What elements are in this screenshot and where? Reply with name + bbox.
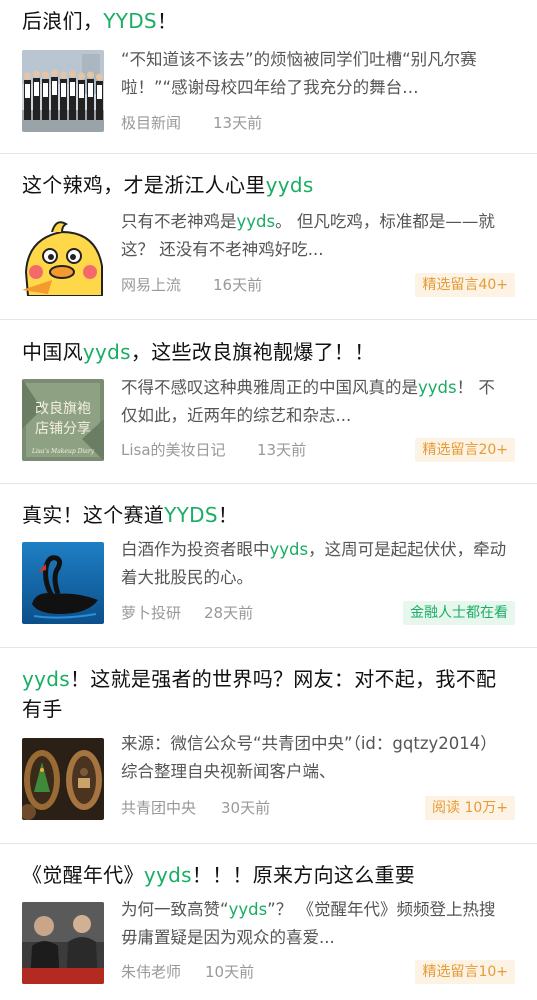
title-highlight: yyds — [22, 667, 70, 691]
source-name[interactable]: 共青团中央 — [121, 796, 196, 820]
title-text: ，这些改良旗袍靓爆了！！ — [130, 340, 375, 364]
summary-text: 来源：微信公众号“共青团中央”（id：gqtzy2014）综合整理自央视新闻客户… — [121, 734, 497, 781]
graduates-photo-icon — [22, 50, 104, 132]
source-name[interactable]: Lisa的美妆日记 — [121, 438, 226, 462]
summary-text: 白酒作为投资者眼中 — [121, 540, 270, 559]
title-text: 这个辣鸡，才是浙江人心里 — [22, 173, 266, 197]
summary-text: 只有不老神鸡是 — [121, 212, 237, 231]
publish-time: 30天前 — [221, 799, 271, 817]
article-title[interactable]: 真实！这个赛道YYDS！ — [22, 500, 507, 530]
article-card[interactable]: 《觉醒年代》yyds！！！原来方向这么重要 为何一致高赞“yyds”？ 《觉醒年… — [0, 844, 537, 1000]
article-meta: 共青团中央 30天前 阅读 10万+ — [121, 796, 515, 820]
summary-highlight: yyds — [228, 900, 268, 919]
article-meta: 萝卜投研 28天前 金融人士都在看 — [121, 601, 515, 625]
thumbnail-swan[interactable] — [22, 542, 104, 624]
title-text: ！！！原来方向这么重要 — [191, 863, 416, 887]
summary-text: 不得不感叹这种典雅周正的中国风真的是 — [121, 378, 418, 397]
summary-highlight: yyds — [236, 212, 276, 231]
featured-comments-badge: 精选留言20+ — [415, 438, 515, 462]
article-card[interactable]: yyds！这就是强者的世界吗？网友：对不起，我不配有手 来源：微信公众号“共青团… — [0, 648, 537, 844]
summary-highlight: yyds — [418, 378, 457, 397]
source-name[interactable]: 朱伟老师 — [121, 960, 181, 984]
finance-readers-badge: 金融人士都在看 — [403, 601, 515, 625]
article-meta: Lisa的美妆日记 13天前 精选留言20+ — [121, 438, 515, 462]
publish-time: 10天前 — [205, 963, 255, 981]
featured-comments-badge: 精选留言40+ — [415, 273, 515, 297]
article-title[interactable]: yyds！这就是强者的世界吗？网友：对不起，我不配有手 — [22, 664, 507, 724]
drama-still-icon — [22, 902, 104, 984]
title-highlight: YYDS — [164, 503, 218, 527]
title-text: ！ — [156, 9, 178, 33]
article-meta: 网易上流 16天前 精选留言40+ — [121, 273, 515, 297]
publish-time: 13天前 — [213, 114, 263, 132]
article-title[interactable]: 后浪们，YYDS！ — [22, 6, 507, 36]
article-feed: 后浪们，YYDS！ “不知道该不该去”的烦恼被同学们吐槽“别凡尔赛啦！”“感谢母… — [0, 0, 537, 1000]
thumbnail-walnut[interactable] — [22, 738, 104, 820]
publish-time: 28天前 — [204, 604, 254, 622]
title-text: 真实！这个赛道 — [22, 503, 165, 527]
article-card[interactable]: 中国风yyds，这些改良旗袍靓爆了！！ 改良旗袍 店铺分享 Lisa's Mak… — [0, 320, 537, 484]
source-name[interactable]: 萝卜投研 — [121, 601, 181, 625]
article-card[interactable]: 这个辣鸡，才是浙江人心里yyds 只有不老神鸡是yyds。 但凡吃鸡，标准都是—… — [0, 154, 537, 320]
title-text: 后浪们， — [22, 9, 104, 33]
black-swan-icon — [22, 542, 104, 624]
article-summary: 来源：微信公众号“共青团中央”（id：gqtzy2014）综合整理自央视新闻客户… — [121, 730, 511, 786]
title-text: 中国风 — [22, 340, 83, 364]
thumb-sign-line-1: 改良旗袍 — [35, 401, 91, 417]
title-highlight: yyds — [82, 340, 131, 364]
article-title[interactable]: 《觉醒年代》yyds！！！原来方向这么重要 — [22, 860, 507, 890]
article-summary: 只有不老神鸡是yyds。 但凡吃鸡，标准都是——就这？ 还没有不老神鸡好吃... — [121, 208, 511, 264]
article-summary: 白酒作为投资者眼中yyds，这周可是起起伏伏，牵动着大批股民的心。 — [121, 536, 511, 592]
source-name[interactable]: 极目新闻 — [121, 111, 181, 135]
cartoon-chick-icon — [22, 214, 104, 296]
thumb-sign-line-3: Lisa's Makeup Diary — [31, 448, 95, 455]
article-summary: 为何一致高赞“yyds”？ 《觉醒年代》频频登上热搜毋庸置疑是因为观众的喜爱..… — [121, 896, 511, 952]
article-title[interactable]: 这个辣鸡，才是浙江人心里yyds — [22, 170, 507, 200]
qipao-shop-sign-icon: 改良旗袍 店铺分享 Lisa's Makeup Diary — [22, 379, 104, 461]
title-text: 《觉醒年代》 — [22, 863, 144, 887]
article-summary: 不得不感叹这种典雅周正的中国风真的是yyds！ 不仅如此，近两年的综艺和杂志..… — [121, 374, 511, 430]
title-highlight: yyds — [143, 863, 192, 887]
source-name[interactable]: 网易上流 — [121, 273, 181, 297]
summary-text: “不知道该不该去”的烦恼被同学们吐槽“别凡尔赛啦！”“感谢母校四年给了我充分的舞… — [121, 50, 477, 97]
article-meta: 朱伟老师 10天前 精选留言10+ — [121, 960, 515, 984]
summary-highlight: yyds — [269, 540, 309, 559]
thumb-sign-line-2: 店铺分享 — [35, 420, 91, 437]
title-highlight: yyds — [265, 173, 314, 197]
thumbnail-graduates[interactable] — [22, 50, 104, 132]
publish-time: 13天前 — [257, 441, 307, 459]
title-highlight: YYDS — [103, 9, 157, 33]
title-text: ！ — [217, 503, 239, 527]
thumbnail-drama[interactable] — [22, 902, 104, 984]
thumbnail-chick[interactable] — [22, 214, 104, 296]
walnut-carving-icon — [22, 738, 104, 820]
article-card[interactable]: 后浪们，YYDS！ “不知道该不该去”的烦恼被同学们吐槽“别凡尔赛啦！”“感谢母… — [0, 0, 537, 154]
article-title[interactable]: 中国风yyds，这些改良旗袍靓爆了！！ — [22, 337, 507, 367]
summary-text: 为何一致高赞“ — [121, 900, 229, 919]
read-count-badge: 阅读 10万+ — [425, 796, 515, 820]
title-text: ！这就是强者的世界吗？网友：对不起，我不配有手 — [22, 667, 497, 721]
article-card[interactable]: 真实！这个赛道YYDS！ 白酒作为投资者眼中yyds，这周可是起起伏伏，牵动着大… — [0, 484, 537, 648]
article-meta: 极目新闻 13天前 — [121, 111, 515, 135]
publish-time: 16天前 — [213, 276, 263, 294]
thumbnail-qipao[interactable]: 改良旗袍 店铺分享 Lisa's Makeup Diary — [22, 379, 104, 461]
featured-comments-badge: 精选留言10+ — [415, 960, 515, 984]
article-summary: “不知道该不该去”的烦恼被同学们吐槽“别凡尔赛啦！”“感谢母校四年给了我充分的舞… — [121, 46, 511, 102]
